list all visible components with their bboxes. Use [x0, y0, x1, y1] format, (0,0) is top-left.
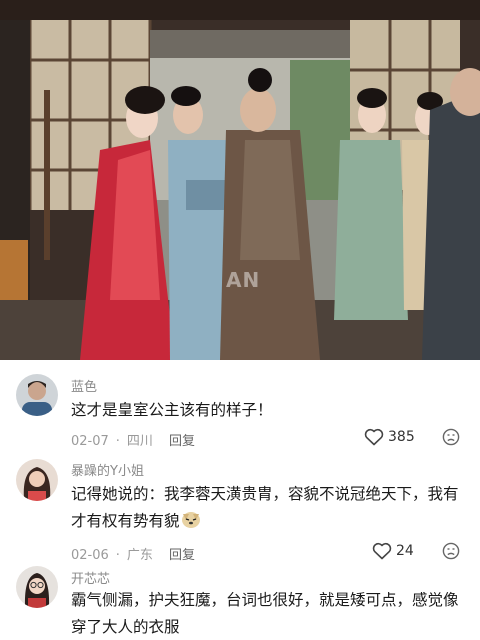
comment-username[interactable]: 开芯芯 [71, 568, 110, 587]
dislike-button[interactable] [442, 542, 460, 560]
comment-meta: 02-06 · 广东 回复 [71, 544, 195, 563]
comment-username[interactable]: 暴躁的Y小姐 [71, 460, 144, 479]
comment-date: 02-06 [71, 548, 109, 563]
comment-location: 四川 [126, 434, 153, 449]
comment-text-content: 记得她说的：我李蓉天潢贵胄，容貌不说冠绝天下，我有才有权有势有貌 [71, 485, 459, 530]
avatar[interactable] [16, 374, 58, 416]
avatar[interactable] [16, 566, 58, 608]
comment-location: 广东 [126, 548, 153, 563]
comment-item: 开芯芯 霸气侧漏，护夫狂魔，台词也很好，就是矮可点，感觉像穿了大人的衣服 [0, 565, 480, 640]
comment-text: 霸气侧漏，护夫狂魔，台词也很好，就是矮可点，感觉像穿了大人的衣服 [71, 591, 459, 636]
avatar[interactable] [16, 459, 58, 501]
reply-button[interactable]: 回复 [169, 430, 195, 449]
comment-item: 暴躁的Y小姐 记得她说的：我李蓉天潢贵胄，容貌不说冠绝天下，我有才有权有势有貌 … [0, 450, 480, 570]
watermark-text: AN [226, 268, 261, 292]
like-button[interactable]: 24 [372, 542, 414, 560]
reply-button[interactable]: 回复 [169, 544, 195, 563]
comment-text: 这才是皇室公主该有的样子！ [71, 401, 273, 419]
drama-still-graphic [0, 0, 480, 360]
doge-emoji-icon [181, 512, 200, 528]
dislike-button[interactable] [442, 428, 460, 446]
comment-username[interactable]: 蓝色 [71, 376, 97, 395]
dislike-face-icon [442, 428, 460, 446]
heart-outline-icon [372, 542, 392, 560]
comment-meta: 02-07 · 四川 回复 [71, 430, 195, 449]
comment-date: 02-07 [71, 434, 109, 449]
like-count: 24 [396, 543, 414, 559]
comment-item: 蓝色 这才是皇室公主该有的样子！ 02-07 · 四川 回复 385 [0, 360, 480, 460]
dislike-face-icon [442, 542, 460, 560]
heart-outline-icon [364, 428, 384, 446]
like-button[interactable]: 385 [364, 428, 415, 446]
like-count: 385 [388, 429, 415, 445]
drama-still-image[interactable]: AN [0, 0, 480, 360]
separator-dot: · [115, 548, 120, 563]
comment-text: 记得她说的：我李蓉天潢贵胄，容貌不说冠绝天下，我有才有权有势有貌 [71, 481, 471, 535]
separator-dot: · [115, 434, 120, 449]
